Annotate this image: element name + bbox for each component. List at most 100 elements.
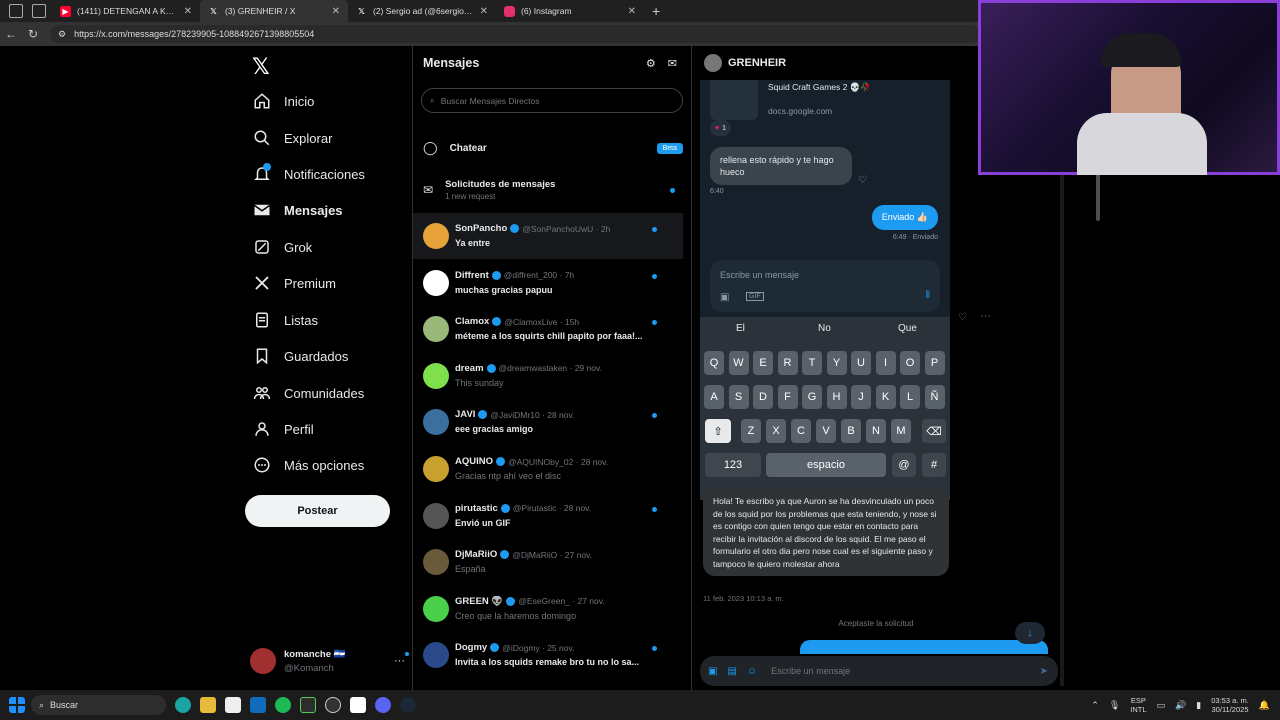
nav-listas[interactable]: Listas <box>253 305 318 335</box>
message-input[interactable]: Escribe un mensaje <box>771 666 1029 676</box>
capcut-icon[interactable] <box>350 697 366 713</box>
keyboard-key: H <box>826 385 847 409</box>
conversation-item[interactable]: Diffrent @diffrent_200 · 7h muchas gracias… <box>413 260 683 306</box>
image-icon[interactable]: ▣ <box>708 666 717 677</box>
more-icon[interactable]: ··· <box>980 310 991 322</box>
react-icon[interactable]: ♡ <box>858 175 867 186</box>
discord-icon[interactable] <box>375 697 391 713</box>
url-field[interactable]: ⚙ https://x.com/messages/278239905-10884… <box>50 25 980 43</box>
workspaces-icon[interactable] <box>9 4 23 18</box>
keyboard-key: W <box>728 351 749 375</box>
microphone-icon[interactable]: 🎙 <box>1109 700 1120 711</box>
backspace-key: ⌫ <box>922 419 946 443</box>
conversation-item[interactable]: Clamox @ClamoxLive · 15h méteme a los squi… <box>413 306 683 352</box>
nav-mas-opciones[interactable]: Más opciones <box>253 450 364 480</box>
new-message-icon[interactable]: ✉ <box>668 57 677 70</box>
chevron-up-icon[interactable]: ⌃ <box>1091 700 1099 711</box>
address-bar-row: ← ↻ ⚙ https://x.com/messages/278239905-1… <box>0 22 980 46</box>
send-icon[interactable]: ➤ <box>1040 666 1048 677</box>
store-icon[interactable] <box>225 697 241 713</box>
conversation-item[interactable]: DjMaRiiO @DjMaRiiO · 27 nov. España <box>413 539 683 585</box>
chat-row[interactable]: ◯ Chatear Beta <box>413 133 683 163</box>
verified-icon <box>500 550 510 560</box>
browser-tab-3[interactable]: 𝕏(2) Sergio ad (@6sergioad9) / X✕ <box>348 0 496 22</box>
unread-dot <box>652 273 657 279</box>
reload-icon[interactable]: ↻ <box>22 27 44 41</box>
close-icon[interactable]: ✕ <box>332 6 340 17</box>
file-explorer-icon[interactable] <box>200 697 216 713</box>
scroll-down-button[interactable]: ↓ <box>1015 622 1045 644</box>
network-icon[interactable]: ▭ <box>1157 700 1166 711</box>
emoji-icon[interactable]: ☺ <box>747 666 757 677</box>
browser-tab-1[interactable]: ▶(1411) DETENGAN A KOMANCHE✕ <box>52 0 200 22</box>
unread-dot <box>652 646 657 652</box>
obs-icon[interactable] <box>325 697 341 713</box>
spotify-icon[interactable] <box>275 697 291 713</box>
keyboard-key: B <box>841 419 861 443</box>
account-switcher[interactable]: komanche 🇸🇻 @Komanch ··· <box>250 644 409 678</box>
message-composer[interactable]: ▣ ▤ ☺ Escribe un mensaje ➤ <box>700 656 1058 686</box>
messages-list-panel: Mensajes ⚙ ✉ ⌕ Buscar Mensajes Directos ◯… <box>412 46 1100 690</box>
heart-reaction[interactable]: ♥ 1 <box>710 120 732 136</box>
grok-icon <box>255 240 269 254</box>
message-requests-row[interactable]: ✉ Solicitudes de mensajes 1 new request <box>413 174 683 206</box>
gif-icon[interactable]: ▤ <box>727 666 736 677</box>
browser-tab-4[interactable]: (6) Instagram ✕ <box>496 0 644 22</box>
volume-icon[interactable]: 🔊 <box>1175 700 1186 711</box>
close-icon[interactable]: ✕ <box>628 6 636 17</box>
nav-explorar[interactable]: Explorar <box>253 123 332 153</box>
tab-actions-icon[interactable] <box>32 4 46 18</box>
terminal-icon[interactable] <box>300 697 316 713</box>
conversation-item[interactable]: pirutastic @Pirutastic · 28 nov. Envió un … <box>413 493 683 539</box>
close-icon[interactable]: ✕ <box>480 6 488 17</box>
react-icon[interactable]: ♡ <box>958 312 967 323</box>
windows-taskbar: ⌕ Buscar ⌃ 🎙 ESP INTL ▭ 🔊 ▮ 03:53 a. m. 30/… <box>0 690 1280 720</box>
keyboard-key: N <box>866 419 886 443</box>
nav-guardados[interactable]: Guardados <box>253 341 348 371</box>
close-icon[interactable]: ✕ <box>184 6 192 17</box>
x-logo-icon: 𝕏 <box>210 6 217 16</box>
browser-tab-2[interactable]: 𝕏 (3) GRENHEIR / X ✕ <box>200 0 348 22</box>
nav-grok[interactable]: Grok <box>253 232 312 262</box>
conversation-item[interactable]: AQUINO @AQUINOby_02 · 28 nov. Gracias ntp … <box>413 446 683 492</box>
onscreen-keyboard: El No Que QWERTYUIOPASDFGHJKLÑZXCVBNM ⇧ … <box>700 317 950 500</box>
conversation-item[interactable]: JAVI @JaviDMr10 · 28 nov. eee gracias amig… <box>413 399 683 445</box>
conversation-item[interactable]: dream @dreamwastaken · 29 nov. This sunday <box>413 353 683 399</box>
steam-icon[interactable] <box>400 697 416 713</box>
search-icon: ⌕ <box>430 95 435 105</box>
search-input[interactable]: ⌕ Buscar Mensajes Directos <box>421 88 683 113</box>
clock[interactable]: 03:53 a. m. 30/11/2025 <box>1211 696 1249 714</box>
keyboard-key: P <box>924 351 945 375</box>
keyboard-key: M <box>891 419 911 443</box>
nav-inicio[interactable]: Inicio <box>253 86 314 116</box>
keyboard-key: J <box>851 385 871 409</box>
conversation-item[interactable]: SonPancho @SonPanchoUwU · 2h Ya entre <box>413 213 683 259</box>
windows-start-icon[interactable] <box>9 697 25 713</box>
avatar <box>423 456 449 482</box>
nav-perfil[interactable]: Perfil <box>253 414 314 444</box>
battery-icon[interactable]: ▮ <box>1196 700 1201 711</box>
post-button[interactable]: Postear <box>245 495 390 527</box>
site-info-icon[interactable]: ⚙ <box>58 29 66 40</box>
language-indicator[interactable]: ESP INTL <box>1130 696 1146 714</box>
verified-icon <box>492 317 502 327</box>
avatar <box>423 223 449 249</box>
nav-notificaciones[interactable]: Notificaciones <box>253 159 365 189</box>
avatar <box>423 502 449 529</box>
keyboard-key: D <box>753 385 773 409</box>
conversation-item[interactable]: Dogmy @iDogmy · 25 nov. Invita a los squid… <box>413 632 683 678</box>
outlook-icon[interactable] <box>250 697 266 713</box>
edge-icon[interactable] <box>175 697 191 713</box>
conversation-item[interactable]: GREEN 👽 @EseGreen_ · 27 nov. Creo que la h… <box>413 586 683 632</box>
unread-dot <box>670 187 675 193</box>
more-icon[interactable]: ··· <box>394 652 409 667</box>
x-logo-icon[interactable]: 𝕏 <box>252 54 270 80</box>
nav-mensajes[interactable]: Mensajes <box>253 195 343 225</box>
notifications-icon[interactable]: 🔔 <box>1259 700 1270 711</box>
back-icon[interactable]: ← <box>0 27 22 41</box>
nav-comunidades[interactable]: Comunidades <box>253 378 364 408</box>
new-tab-icon[interactable]: + <box>652 3 660 19</box>
nav-premium[interactable]: Premium <box>253 268 336 298</box>
gear-icon[interactable]: ⚙ <box>646 57 656 70</box>
taskbar-search[interactable]: ⌕ Buscar <box>31 695 166 715</box>
